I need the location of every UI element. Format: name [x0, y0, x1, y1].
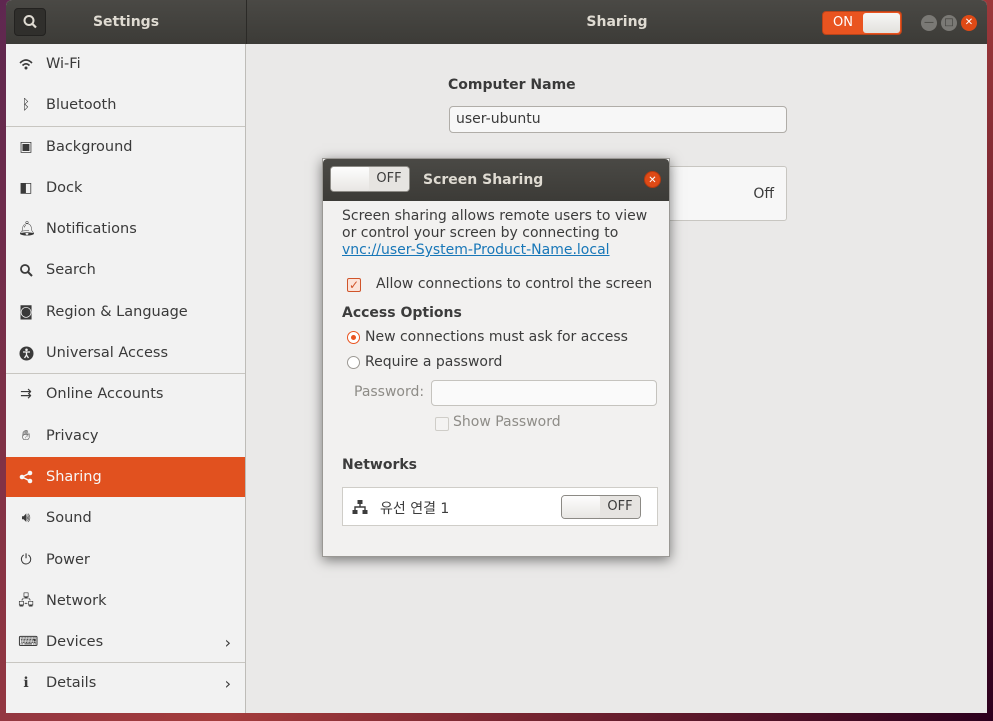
network-row: 유선 연결 1 OFF: [342, 487, 658, 526]
ask-access-label: New connections must ask for access: [365, 329, 628, 345]
sharing-master-toggle[interactable]: ON: [822, 11, 902, 35]
dialog-description: Screen sharing allows remote users to vi…: [342, 208, 662, 259]
screen-sharing-toggle[interactable]: OFF: [330, 166, 410, 192]
dialog-header: OFF Screen Sharing ✕: [323, 159, 669, 201]
toggle-knob: [863, 13, 900, 33]
dialog-title: Screen Sharing: [423, 172, 544, 188]
require-password-label: Require a password: [365, 354, 503, 370]
require-password-radio[interactable]: [347, 356, 360, 369]
password-label: Password:: [354, 384, 425, 400]
network-toggle[interactable]: OFF: [561, 495, 641, 519]
show-password-label: Show Password: [453, 414, 561, 430]
wired-network-icon: [352, 500, 368, 514]
minimize-icon: —: [924, 17, 934, 28]
header-bar: Settings Sharing ON — □ ✕: [6, 0, 987, 44]
dialog-close-button[interactable]: ✕: [644, 171, 661, 188]
networks-heading: Networks: [342, 457, 418, 473]
allow-control-checkbox[interactable]: ✓: [347, 278, 361, 292]
description-text: Screen sharing allows remote users to vi…: [342, 208, 648, 241]
ask-access-radio[interactable]: [347, 331, 360, 344]
network-name: 유선 연결 1: [380, 501, 450, 517]
checkmark-icon: ✓: [348, 278, 360, 292]
toggle-knob: [562, 496, 602, 518]
screen-sharing-dialog: OFF Screen Sharing ✕ Screen sharing allo…: [322, 158, 670, 557]
close-icon: ✕: [964, 17, 974, 28]
show-password-checkbox[interactable]: [435, 417, 449, 431]
toggle-knob: [331, 167, 371, 191]
maximize-button[interactable]: □: [941, 15, 957, 31]
close-window-button[interactable]: ✕: [961, 15, 977, 31]
toggle-state-label: OFF: [369, 167, 409, 191]
access-options-heading: Access Options: [342, 305, 462, 321]
allow-control-label: Allow connections to control the screen: [376, 276, 653, 292]
toggle-state-label: OFF: [600, 496, 640, 518]
close-icon: ✕: [648, 175, 657, 186]
settings-title: Settings: [92, 14, 160, 30]
minimize-button[interactable]: —: [921, 15, 937, 31]
toggle-state-label: ON: [833, 15, 853, 30]
vnc-link[interactable]: vnc://user-System-Product-Name.local: [342, 242, 610, 258]
password-input[interactable]: [431, 380, 657, 406]
maximize-icon: □: [944, 17, 954, 28]
